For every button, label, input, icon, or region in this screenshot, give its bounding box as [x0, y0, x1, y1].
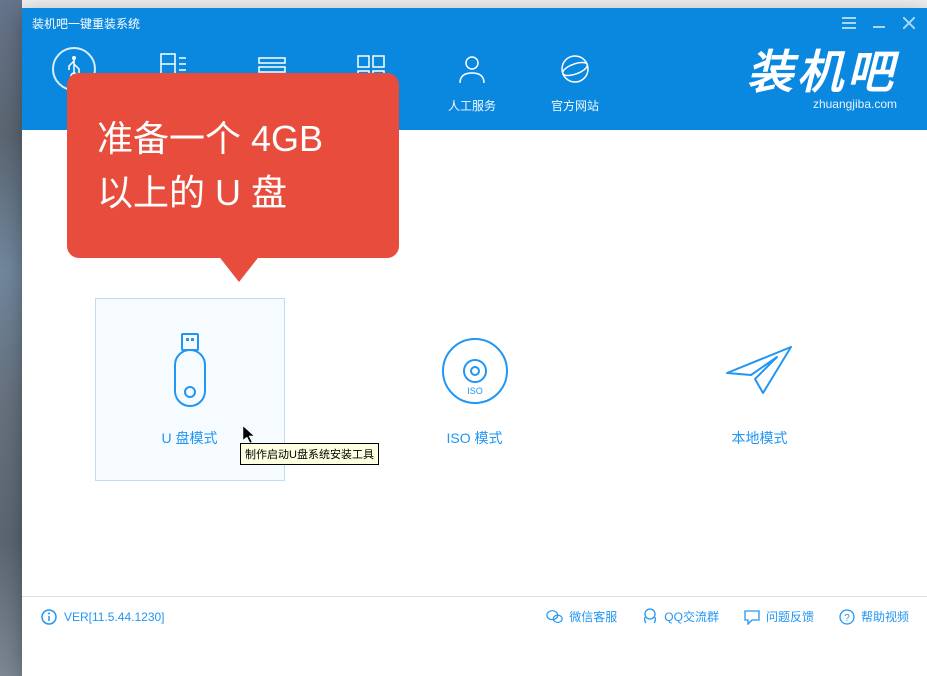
mode-label: U 盘模式 [162, 428, 218, 448]
close-icon [903, 17, 915, 29]
minimize-icon [873, 17, 885, 29]
version-text: VER[11.5.44.1230] [64, 610, 165, 624]
footer-link-label: 帮助视频 [861, 608, 909, 625]
mode-label: ISO 模式 [446, 428, 502, 448]
titlebar-controls [841, 15, 917, 31]
footer-qq[interactable]: QQ交流群 [641, 608, 719, 626]
app-window: 装机吧一键重装系统 [22, 8, 927, 676]
mode-label: 本地模式 [732, 428, 788, 448]
titlebar-title: 装机吧一键重装系统 [32, 15, 841, 32]
footer-link-label: QQ交流群 [664, 608, 719, 625]
globe-icon [553, 47, 597, 91]
usb-drive-icon [171, 332, 209, 410]
svg-text:ISO: ISO [467, 386, 483, 396]
person-icon [450, 47, 494, 91]
footer-link-label: 问题反馈 [766, 608, 814, 625]
info-icon [40, 608, 58, 626]
footer-link-label: 微信客服 [569, 608, 617, 625]
callout-bubble: 准备一个 4GB 以上的 U 盘 [67, 73, 399, 258]
brand-name: 装机吧 [747, 49, 897, 95]
nav-item-service[interactable]: 人工服务 [448, 47, 496, 114]
brand-url: zhuangjiba.com [813, 97, 897, 111]
chat-icon [743, 608, 761, 626]
qq-icon [641, 608, 659, 626]
wechat-icon [546, 608, 564, 626]
nav-label: 人工服务 [448, 97, 496, 114]
help-icon: ? [838, 608, 856, 626]
svg-text:?: ? [844, 613, 850, 624]
iso-disc-icon: ISO [440, 332, 510, 410]
brand: 装机吧 zhuangjiba.com [747, 49, 897, 111]
menu-button[interactable] [841, 15, 857, 31]
minimize-button[interactable] [871, 15, 887, 31]
menu-icon [842, 17, 856, 29]
footer: VER[11.5.44.1230] 微信客服 QQ交流群 [22, 596, 927, 636]
mode-local[interactable]: 本地模式 [665, 298, 855, 481]
cursor-icon [243, 426, 259, 451]
footer-version-area: VER[11.5.44.1230] [40, 608, 546, 626]
footer-help[interactable]: ? 帮助视频 [838, 608, 909, 626]
nav-label: 官方网站 [551, 97, 599, 114]
background-strip [0, 0, 22, 676]
mode-selection: U 盘模式 ISO ISO 模式 [22, 298, 927, 481]
content-area: 准备一个 4GB 以上的 U 盘 U 盘模式 [22, 130, 927, 636]
footer-wechat[interactable]: 微信客服 [546, 608, 617, 626]
callout-arrow [217, 254, 261, 282]
footer-feedback[interactable]: 问题反馈 [743, 608, 814, 626]
mode-iso[interactable]: ISO ISO 模式 [380, 298, 570, 481]
tooltip: 制作启动U盘系统安装工具 [240, 443, 379, 465]
paper-plane-icon [723, 332, 797, 410]
titlebar: 装机吧一键重装系统 [22, 8, 927, 38]
close-button[interactable] [901, 15, 917, 31]
callout-text: 准备一个 4GB 以上的 U 盘 [97, 112, 369, 220]
nav-item-website[interactable]: 官方网站 [551, 47, 599, 114]
footer-links: 微信客服 QQ交流群 问题反馈 ? [546, 608, 909, 626]
